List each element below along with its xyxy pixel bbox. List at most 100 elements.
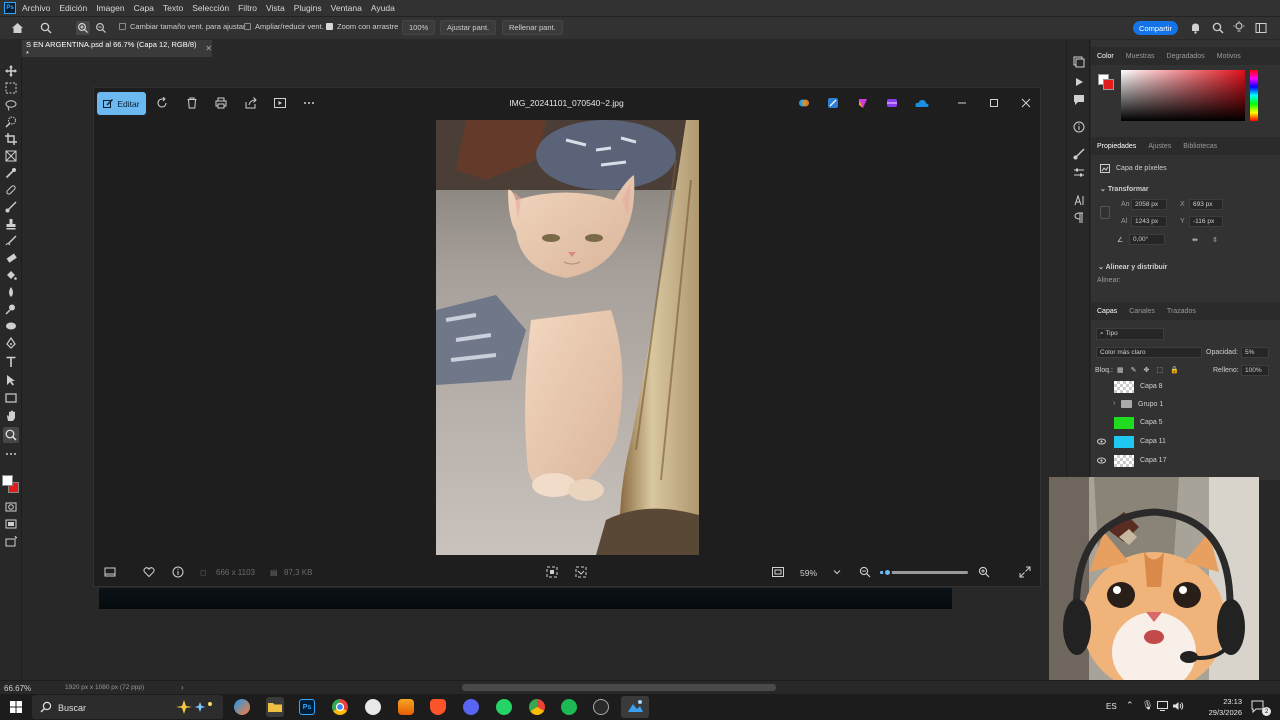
github-app-icon[interactable] [593, 699, 609, 715]
photoshop-app-icon[interactable]: Ps [299, 699, 315, 715]
dodge-tool-icon[interactable] [5, 303, 17, 315]
pen-tool-icon[interactable] [5, 337, 17, 349]
align-heading[interactable]: ⌄ Alinear y distribuir [1098, 263, 1167, 271]
zoom-out-icon[interactable] [859, 566, 871, 578]
taskbar-clock[interactable]: 23:13 29/3/2026 [1200, 696, 1242, 718]
menu-seleccion[interactable]: Selección [192, 3, 229, 13]
more-options-icon[interactable] [303, 97, 315, 109]
character-panel-icon[interactable] [1073, 194, 1085, 206]
blur-tool-icon[interactable] [5, 286, 17, 298]
whatsapp-app-icon[interactable] [496, 699, 512, 715]
scrubby-zoom-checkbox[interactable] [326, 23, 333, 30]
menu-edicion[interactable]: Edición [59, 3, 87, 13]
zoom-slider[interactable] [880, 568, 968, 577]
layer-row[interactable]: Capa 5 [1091, 414, 1280, 432]
zoom-slider-thumb[interactable] [883, 568, 893, 577]
volume-icon[interactable] [1172, 701, 1184, 711]
zoom-tool-active-icon[interactable] [3, 427, 19, 443]
favorite-heart-icon[interactable] [143, 566, 155, 578]
angle-field[interactable]: 0,00° [1129, 234, 1165, 245]
app-icon[interactable] [365, 699, 381, 715]
actions-play-icon[interactable] [1073, 76, 1085, 88]
menu-vista[interactable]: Vista [266, 3, 285, 13]
bell-icon[interactable] [1190, 22, 1201, 34]
system-tray-chevron-icon[interactable]: ⌃ [1126, 700, 1134, 711]
designer-icon[interactable] [827, 97, 839, 109]
tab-swatches[interactable]: Muestras [1120, 53, 1161, 60]
video-editor-icon[interactable] [886, 97, 898, 109]
hue-slider[interactable] [1250, 70, 1258, 121]
menu-archivo[interactable]: Archivo [22, 3, 50, 13]
tab-patterns[interactable]: Motivos [1211, 53, 1247, 60]
menu-filtro[interactable]: Filtro [238, 3, 257, 13]
layer-row[interactable]: Capa 11 [1091, 433, 1280, 451]
horizontal-scrollbar[interactable] [462, 684, 776, 691]
layer-row[interactable]: › Grupo 1 [1091, 396, 1280, 414]
type-tool-icon[interactable] [5, 356, 17, 368]
fullscreen-icon[interactable] [1019, 566, 1031, 578]
menu-ventana[interactable]: Ventana [331, 3, 362, 13]
zoom-value-field[interactable]: 100% [402, 20, 436, 35]
menu-imagen[interactable]: Imagen [96, 3, 124, 13]
microphone-icon[interactable]: 🎙 [1142, 700, 1153, 711]
status-zoom[interactable]: 66.67% [4, 684, 31, 693]
stamp-tool-icon[interactable] [5, 218, 17, 230]
zoom-in-icon[interactable] [978, 566, 990, 578]
chrome-profile-app-icon[interactable] [529, 699, 545, 715]
flip-horizontal-icon[interactable]: ⇹ [1192, 236, 1198, 244]
flip-vertical-icon[interactable]: ⇳ [1212, 236, 1218, 244]
search-icon[interactable] [1212, 22, 1224, 34]
x-position-field[interactable]: 693 px [1189, 199, 1223, 210]
scrubby-zoom-option[interactable]: Zoom con arrastre [326, 22, 398, 31]
lock-icons[interactable]: ▦✎✥⬚🔒 [1117, 366, 1186, 374]
foreground-color-chip[interactable] [2, 475, 13, 486]
quick-selection-tool-icon[interactable] [5, 116, 17, 128]
marquee-tool-icon[interactable] [5, 82, 17, 94]
chevron-right-icon[interactable]: › [181, 683, 184, 692]
photos-viewer-window[interactable]: Editar IMG_20241101_070540~2.jpg ◻ 666 x… [93, 87, 1041, 587]
screen-mode-icon[interactable] [5, 518, 17, 530]
input-language[interactable]: ES [1106, 702, 1117, 711]
path-selection-tool-icon[interactable] [5, 374, 17, 386]
fill-screen-button[interactable]: Rellenar pant. [502, 20, 563, 35]
document-info[interactable]: 1920 px x 1080 px (72 ppp) [65, 684, 144, 691]
windows-start-icon[interactable] [10, 701, 22, 713]
menu-ayuda[interactable]: Ayuda [371, 3, 395, 13]
workspace-icon[interactable] [1255, 22, 1267, 34]
minimize-icon[interactable] [956, 97, 968, 109]
discord-app-icon[interactable] [463, 699, 479, 715]
chevron-down-icon[interactable] [832, 567, 844, 579]
zoom-all-option[interactable]: Ampliar/reducir vent. [244, 22, 324, 31]
eye-icon[interactable] [1097, 438, 1106, 445]
onedrive-icon[interactable] [915, 97, 929, 109]
paint-bucket-tool-icon[interactable] [5, 269, 17, 281]
fl-studio-app-icon[interactable] [398, 699, 414, 715]
close-tab-icon[interactable]: ✕ [205, 44, 212, 53]
paragraph-panel-icon[interactable] [1073, 212, 1085, 224]
comments-icon[interactable] [1073, 94, 1085, 106]
tab-gradients[interactable]: Degradados [1161, 53, 1211, 60]
layer-filter-select[interactable]: ⌕ Tipo [1096, 328, 1164, 340]
tab-color[interactable]: Color [1091, 53, 1120, 60]
panel-background-swatch[interactable] [1103, 79, 1114, 90]
slideshow-icon[interactable] [274, 97, 286, 109]
share-icon[interactable] [245, 97, 257, 109]
height-field[interactable]: 1243 px [1131, 216, 1167, 227]
edit-button[interactable]: Editar [97, 92, 146, 115]
y-position-field[interactable]: -116 px [1189, 216, 1223, 227]
width-field[interactable]: 2058 px [1131, 199, 1167, 210]
tab-adjustments[interactable]: Ajustes [1142, 143, 1177, 150]
lasso-tool-icon[interactable] [5, 99, 17, 111]
tab-properties[interactable]: Propiedades [1091, 143, 1142, 150]
move-tool-icon[interactable] [5, 65, 17, 77]
resize-windows-checkbox[interactable] [119, 23, 126, 30]
fit-window-icon[interactable] [546, 566, 558, 578]
zoom-all-checkbox[interactable] [244, 23, 251, 30]
print-icon[interactable] [215, 97, 227, 109]
zoom-fit-icon[interactable] [772, 566, 784, 578]
copilot-icon[interactable] [798, 97, 810, 109]
info-panel-icon[interactable] [1073, 121, 1085, 133]
eraser-tool-icon[interactable] [5, 252, 17, 264]
layer-row[interactable]: Capa 8 [1091, 378, 1280, 396]
tab-layers[interactable]: Capas [1091, 308, 1123, 315]
